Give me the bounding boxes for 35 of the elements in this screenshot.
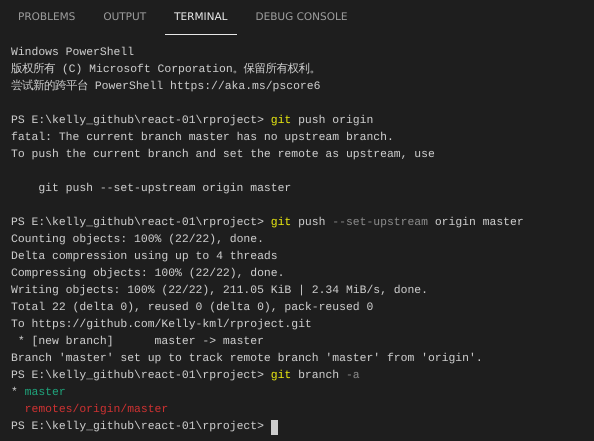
output-text: push	[297, 216, 326, 231]
output-text: branch	[297, 368, 340, 384]
output-text: Delta compression using up to 4 threads	[11, 250, 278, 265]
output-text: To https://github.com/Kelly-kml/rproject.git	[11, 318, 312, 333]
output-text: fatal: The current branch master has no upstream branch.	[11, 130, 394, 146]
panel-tab[interactable]: TERMINAL	[165, 0, 236, 35]
prompt-text: PS E:\kelly_github\react-01\rproject>	[11, 216, 265, 231]
prompt-text: PS E:\kelly_github\react-01\rproject>	[11, 368, 265, 384]
output-text: Total 22 (delta 0), reused 0 (delta 0), pack-reused 0	[11, 300, 374, 316]
cursor	[270, 420, 278, 435]
output-text: Compressing objects: 100% (22/22), done.	[11, 266, 284, 282]
flag-text: -a	[346, 369, 360, 384]
output-text: Counting objects: 100% (22/22), done.	[11, 232, 264, 248]
command-name: git	[270, 368, 292, 384]
prompt-text: PS E:\kelly_github\react-01\rproject>	[11, 420, 265, 435]
panel-tab[interactable]: DEBUG CONSOLE	[246, 0, 356, 35]
panel-tab[interactable]: OUTPUT	[94, 0, 156, 35]
output-text: * [new branch] master -> master	[16, 334, 264, 350]
output-text: origin master	[434, 216, 524, 231]
prompt-text: PS E:\kelly_github\react-01\rproject>	[11, 114, 265, 129]
output-text: 版权所有 (C) Microsoft Corporation。保留所有权利。	[11, 62, 321, 78]
output-text: Writing objects: 100% (22/22), 211.05 KiB | 2.34 MiB/s, done.	[11, 284, 428, 299]
panel-tab[interactable]: PROBLEMS	[9, 0, 84, 35]
flag-text: --set-upstream	[332, 216, 428, 231]
output-text: 尝试新的跨平台 PowerShell https://aka.ms/pscore6	[11, 79, 320, 95]
branch-name: remotes/origin/master	[24, 402, 168, 418]
branch-name: master	[24, 386, 66, 401]
output-text: git push --set-upstream origin master	[38, 182, 292, 197]
output-text: Branch 'master' set up to track remote branch 'master' from 'origin'.	[11, 352, 483, 367]
command-name: git	[270, 114, 292, 129]
output-text: Windows PowerShell	[11, 46, 134, 61]
command-name: git	[270, 216, 292, 231]
output-text: push origin	[297, 114, 374, 129]
output-text: To push the current branch and set the remote as upstream, use	[11, 148, 435, 163]
output-text: *	[11, 386, 19, 401]
